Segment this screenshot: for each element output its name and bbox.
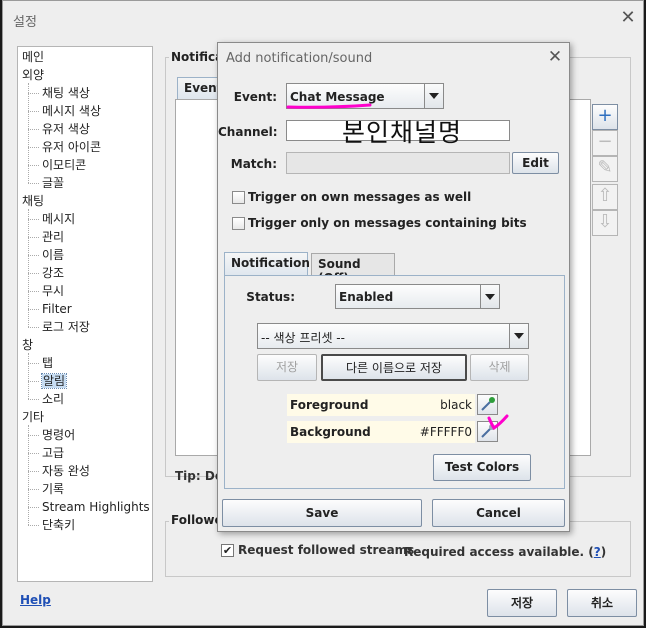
annotation-layer: [286, 103, 509, 431]
event-underline-annotation: [286, 103, 372, 109]
background-picker-annotation: [487, 414, 509, 431]
